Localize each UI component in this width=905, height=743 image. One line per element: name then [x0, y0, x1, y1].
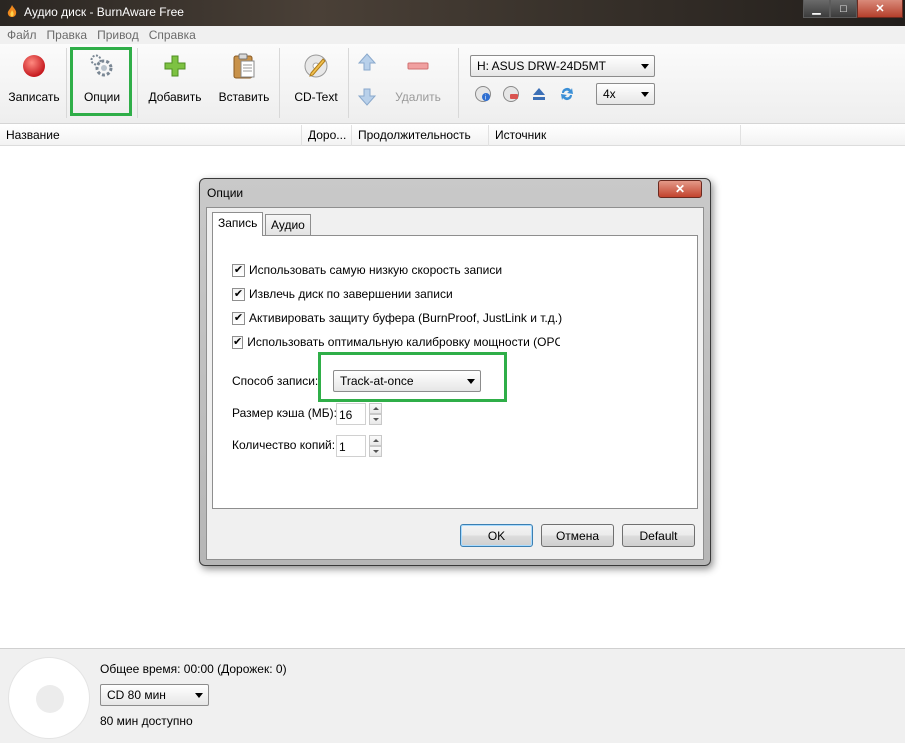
disc-info-icon[interactable]: i [474, 85, 492, 103]
minus-icon [407, 62, 429, 70]
checkbox-eject-after[interactable]: ✔ [232, 287, 245, 301]
move-down-icon[interactable] [357, 87, 377, 107]
options-dialog: Опции ✕ Запись Аудио ✔ Использовать саму… [199, 178, 711, 566]
opc-option[interactable]: ✔ Использовать оптимальную калибровку мо… [232, 334, 560, 350]
menu-drive[interactable]: Привод [92, 28, 144, 42]
speed-select[interactable]: 4x [596, 83, 655, 105]
default-button[interactable]: Default [622, 524, 695, 547]
eject-after-label: Извлечь диск по завершении записи [249, 287, 453, 301]
buffer-protection-option[interactable]: ✔ Активировать защиту буфера (BurnProof,… [232, 310, 562, 326]
minimize-button[interactable]: ▁ [803, 0, 830, 18]
toolbar: Записать Опции Добавить Вставить CD-Text… [0, 44, 905, 124]
drive-select[interactable]: H: ASUS DRW-24D5MT [470, 55, 655, 77]
menu-edit[interactable]: Правка [42, 28, 93, 42]
burn-label: Записать [8, 90, 60, 104]
dialog-body: Запись Аудио ✔ Использовать самую низкую… [206, 207, 704, 560]
remove-button[interactable]: Удалить [392, 50, 444, 104]
arrow-up-icon [372, 439, 379, 442]
arrow-down-icon [372, 450, 379, 453]
buffer-protection-label: Активировать защиту буфера (BurnProof, J… [249, 311, 563, 325]
paste-label: Вставить [218, 90, 270, 104]
menu-help[interactable]: Справка [144, 28, 201, 42]
move-up-icon[interactable] [357, 52, 377, 72]
arrow-up-icon [372, 407, 379, 410]
write-mode-highlight-box [318, 352, 507, 402]
cache-size-stepper[interactable] [369, 403, 382, 425]
drive-value: H: ASUS DRW-24D5MT [477, 59, 606, 73]
column-name[interactable]: Название [0, 125, 302, 146]
checkbox-buffer-protection[interactable]: ✔ [232, 311, 245, 325]
available-space-text: 80 мин доступно [100, 714, 193, 728]
cd-text-button[interactable]: CD-Text [292, 50, 340, 104]
cd-text-label: CD-Text [294, 90, 338, 104]
record-icon [23, 55, 45, 77]
close-window-button[interactable]: ✕ [857, 0, 903, 18]
disc-icon [8, 657, 90, 739]
app-flame-icon [7, 5, 17, 17]
maximize-icon: □ [840, 2, 847, 15]
add-label: Добавить [148, 90, 202, 104]
disc-type-value: CD 80 мин [107, 688, 166, 702]
column-track[interactable]: Доро... [302, 125, 352, 146]
close-icon: ✕ [674, 182, 686, 196]
chevron-down-icon [641, 64, 649, 69]
copies-stepper[interactable] [369, 435, 382, 457]
cache-size-label: Размер кэша (МБ): [232, 406, 337, 420]
disc-type-select[interactable]: CD 80 мин [100, 684, 209, 706]
total-time-text: Общее время: 00:00 (Дорожек: 0) [100, 662, 287, 676]
cache-size-up-button[interactable] [369, 403, 382, 414]
tab-audio[interactable]: Аудио [265, 214, 311, 235]
ok-button[interactable]: OK [460, 524, 533, 547]
plus-icon [164, 55, 186, 77]
copies-label: Количество копий: [232, 438, 336, 452]
cache-size-down-button[interactable] [369, 414, 382, 425]
column-duration[interactable]: Продолжительность [352, 125, 489, 146]
chevron-down-icon [641, 92, 649, 97]
maximize-button[interactable]: □ [830, 0, 857, 18]
burn-button[interactable]: Записать [8, 50, 60, 104]
speed-value: 4x [603, 87, 616, 101]
copies-up-button[interactable] [369, 435, 382, 446]
eject-icon[interactable] [530, 85, 548, 103]
column-source[interactable]: Источник [489, 125, 741, 146]
checkbox-lowest-speed[interactable]: ✔ [232, 263, 245, 277]
close-icon: ✕ [875, 3, 885, 15]
arrow-down-icon [372, 418, 379, 421]
window-title: Аудио диск - BurnAware Free [24, 5, 184, 19]
status-panel: Общее время: 00:00 (Дорожек: 0) CD 80 ми… [0, 648, 905, 743]
lowest-speed-label: Использовать самую низкую скорость запис… [249, 263, 503, 277]
tab-recording[interactable]: Запись [212, 212, 264, 236]
opc-label: Использовать оптимальную калибровку мощн… [247, 335, 560, 349]
copies-input[interactable]: 1 [336, 435, 366, 457]
add-button[interactable]: Добавить [148, 50, 202, 104]
menu-bar: Файл Правка Привод Справка [0, 26, 905, 44]
recording-panel: ✔ Использовать самую низкую скорость зап… [212, 235, 698, 509]
chevron-down-icon [195, 693, 203, 698]
cache-size-input[interactable]: 16 [336, 403, 366, 425]
menu-file[interactable]: Файл [2, 28, 42, 42]
erase-disc-icon[interactable] [502, 85, 520, 103]
dialog-title: Опции [207, 186, 244, 200]
cd-edit-icon [304, 54, 328, 78]
title-bar: Аудио диск - BurnAware Free ▁ □ ✕ [0, 0, 905, 26]
checkbox-opc[interactable]: ✔ [232, 335, 244, 349]
minimize-icon: ▁ [812, 3, 821, 15]
remove-label: Удалить [395, 90, 441, 104]
clipboard-icon [233, 53, 255, 79]
track-list-header: Название Доро... Продолжительность Источ… [0, 125, 905, 146]
refresh-icon[interactable] [558, 85, 576, 103]
dialog-close-button[interactable]: ✕ [658, 180, 702, 198]
lowest-speed-option[interactable]: ✔ Использовать самую низкую скорость зап… [232, 262, 502, 278]
paste-button[interactable]: Вставить [218, 50, 270, 104]
copies-down-button[interactable] [369, 446, 382, 457]
options-highlight-box [70, 47, 132, 116]
cancel-button[interactable]: Отмена [541, 524, 614, 547]
eject-after-option[interactable]: ✔ Извлечь диск по завершении записи [232, 286, 453, 302]
write-mode-label: Способ записи: [232, 374, 319, 388]
